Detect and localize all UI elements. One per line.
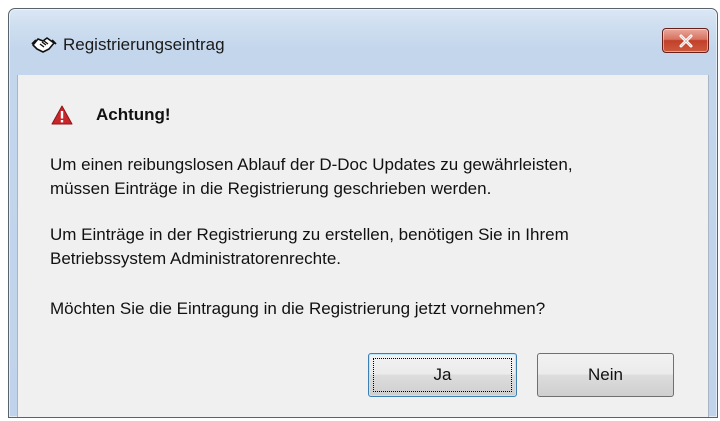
warning-triangle-icon bbox=[51, 105, 73, 125]
close-icon bbox=[679, 34, 692, 47]
message-line: Betriebssystem Administratorenrechte. bbox=[50, 249, 342, 268]
dialog-window: Registrierungseintrag Achtung! Um einen … bbox=[8, 8, 718, 418]
no-button[interactable]: Nein bbox=[537, 353, 674, 397]
message-line: müssen Einträge in die Registrierung ges… bbox=[50, 179, 492, 198]
focus-rectangle bbox=[373, 358, 512, 392]
question-text: Möchten Sie die Eintragung in die Regist… bbox=[50, 299, 546, 318]
dialog-body: Achtung! Um einen reibungslosen Ablauf d… bbox=[17, 75, 709, 417]
message-line: Um einen reibungslosen Ablauf der D-Doc … bbox=[50, 155, 573, 174]
close-button[interactable] bbox=[662, 28, 709, 53]
message-line: Um Einträge in der Registrierung zu erst… bbox=[50, 225, 569, 244]
window-title: Registrierungseintrag bbox=[63, 35, 225, 54]
title-bar[interactable]: Registrierungseintrag bbox=[9, 9, 717, 75]
warning-heading: Achtung! bbox=[96, 105, 171, 124]
yes-button[interactable]: Ja bbox=[368, 353, 517, 397]
no-button-label: Nein bbox=[588, 365, 623, 384]
handshake-icon bbox=[31, 32, 57, 56]
